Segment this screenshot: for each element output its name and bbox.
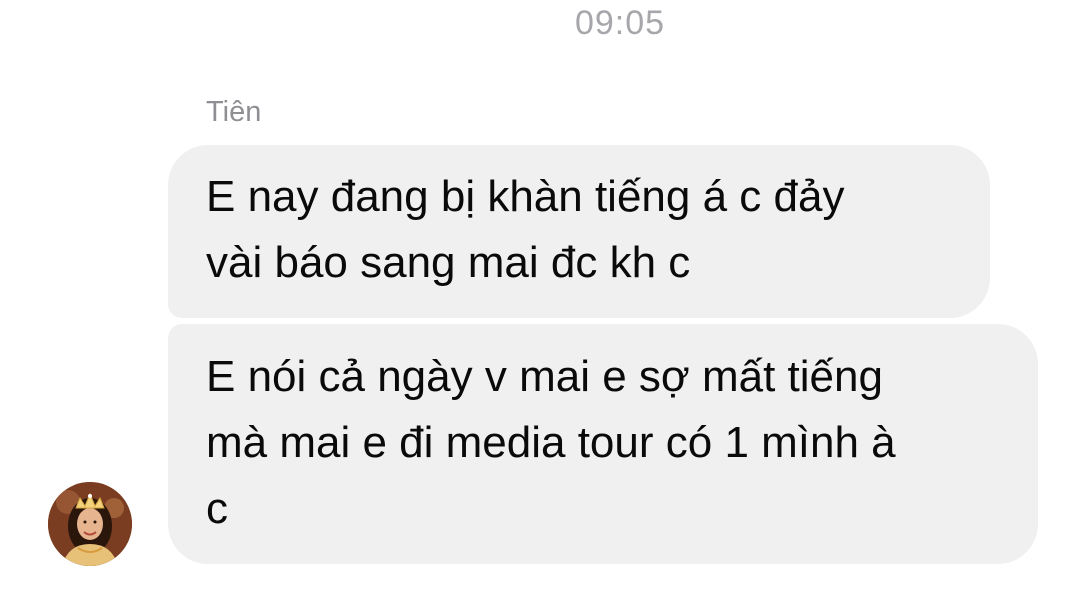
sender-name: Tiên <box>206 96 262 128</box>
message-bubble[interactable]: E nói cả ngày v mai e sợ mất tiếng mà ma… <box>168 324 1038 564</box>
sender-avatar[interactable] <box>48 482 132 566</box>
message-text-line: vài báo sang mai đc kh c <box>206 238 691 287</box>
message-text-line: c <box>206 484 228 533</box>
message-text-line: E nói cả ngày v mai e sợ mất tiếng <box>206 352 883 401</box>
profile-photo-icon <box>48 482 132 566</box>
message-text-line: mà mai e đi media tour có 1 mình à <box>206 418 896 467</box>
message-bubble[interactable]: E nay đang bị khàn tiếng á c đảy vài báo… <box>168 145 990 318</box>
message-timestamp: 09:05 <box>574 4 666 42</box>
message-text-line: E nay đang bị khàn tiếng á c đảy <box>206 172 845 221</box>
